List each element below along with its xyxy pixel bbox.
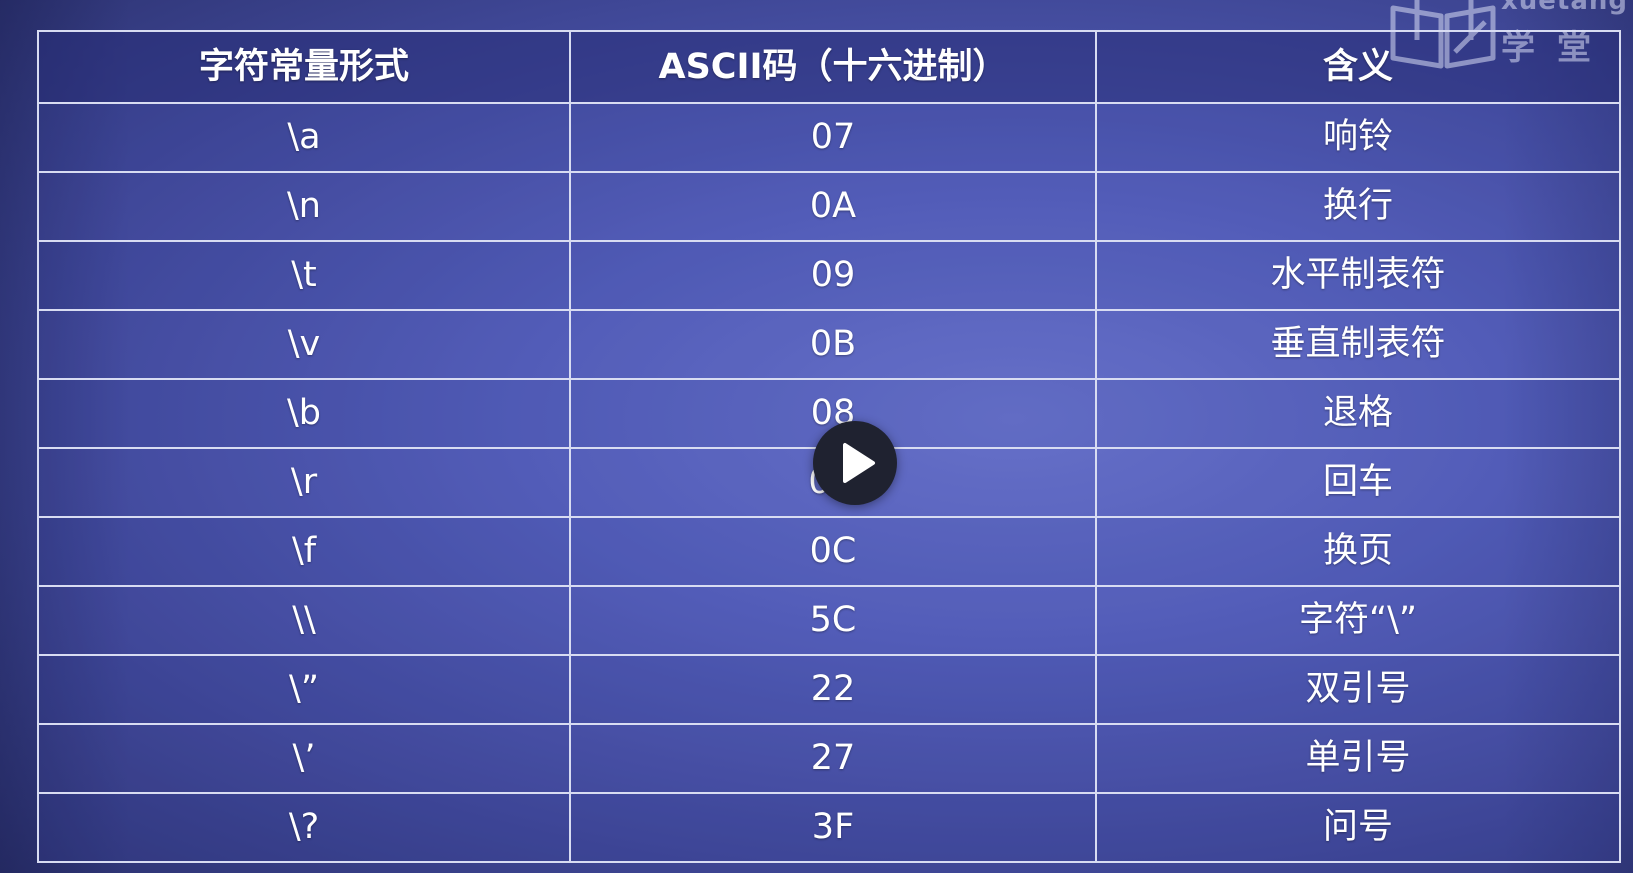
play-icon (843, 443, 875, 483)
table-row: \v 0B 垂直制表符 (37, 309, 1621, 380)
cell-form: \n (37, 171, 571, 242)
book-logo-icon (1390, 0, 1496, 69)
cell-form: \a (37, 102, 571, 173)
cell-meaning: 退格 (1095, 378, 1621, 449)
cell-meaning: 垂直制表符 (1095, 309, 1621, 380)
cell-ascii: 07 (569, 102, 1097, 173)
xuetang-watermark: xuetang 学堂 (1383, 0, 1633, 72)
cell-form: \v (37, 309, 571, 380)
cell-meaning: 单引号 (1095, 723, 1621, 794)
cell-ascii: 22 (569, 654, 1097, 725)
cell-ascii: 09 (569, 240, 1097, 311)
cell-ascii: 5C (569, 585, 1097, 656)
table-row: \? 3F 问号 (37, 792, 1621, 863)
header-ascii: ASCII码（十六进制） (569, 30, 1097, 104)
cell-meaning: 水平制表符 (1095, 240, 1621, 311)
cell-meaning: 换行 (1095, 171, 1621, 242)
cell-ascii: 0C (569, 516, 1097, 587)
table-row: \a 07 响铃 (37, 102, 1621, 173)
cell-form: \’ (37, 723, 571, 794)
table-row: \f 0C 换页 (37, 516, 1621, 587)
cell-form: \” (37, 654, 571, 725)
cell-ascii: 3F (569, 792, 1097, 863)
cell-meaning: 响铃 (1095, 102, 1621, 173)
table-row: \\ 5C 字符“\” (37, 585, 1621, 656)
cell-form: \t (37, 240, 571, 311)
cell-meaning: 问号 (1095, 792, 1621, 863)
cell-form: \? (37, 792, 571, 863)
cell-form: \b (37, 378, 571, 449)
cell-meaning: 双引号 (1095, 654, 1621, 725)
table-row: \n 0A 换行 (37, 171, 1621, 242)
cell-form: \r (37, 447, 571, 518)
table-row: \’ 27 单引号 (37, 723, 1621, 794)
video-frame[interactable]: 字符常量形式 ASCII码（十六进制） 含义 \a 07 响铃 \n 0A 换行… (0, 0, 1633, 873)
cell-form: \\ (37, 585, 571, 656)
header-form: 字符常量形式 (37, 30, 571, 104)
play-button[interactable] (813, 421, 897, 505)
cell-meaning: 回车 (1095, 447, 1621, 518)
table-row: \” 22 双引号 (37, 654, 1621, 725)
watermark-latin-text: xuetang (1501, 0, 1629, 16)
cell-meaning: 字符“\” (1095, 585, 1621, 656)
cell-meaning: 换页 (1095, 516, 1621, 587)
cell-ascii: 27 (569, 723, 1097, 794)
table-row: \t 09 水平制表符 (37, 240, 1621, 311)
cell-form: \f (37, 516, 571, 587)
watermark-chinese-text: 学堂 (1501, 28, 1613, 68)
cell-ascii: 0A (569, 171, 1097, 242)
cell-ascii: 0B (569, 309, 1097, 380)
